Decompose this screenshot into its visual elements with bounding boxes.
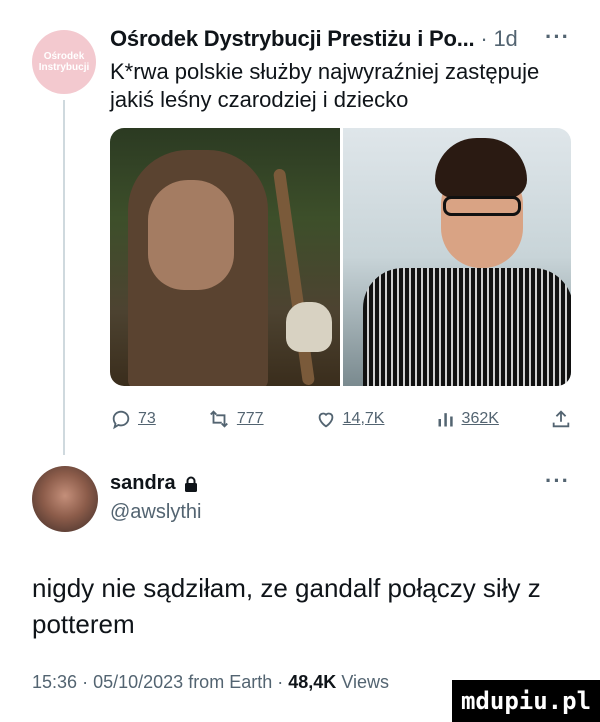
views-button[interactable]: 362K <box>436 409 499 429</box>
post-time[interactable]: 1d <box>493 26 517 51</box>
meta-separator: · <box>82 672 89 692</box>
post-time[interactable]: 15:36 <box>32 672 77 692</box>
user-name[interactable]: sandra <box>110 472 176 495</box>
post-meta: 15:36 · 05/10/2023 from Earth · 48,4K Vi… <box>32 672 389 693</box>
like-count: 14,7K <box>342 410 385 427</box>
user-avatar[interactable] <box>32 466 98 532</box>
post-media[interactable] <box>110 128 571 386</box>
lock-icon <box>184 476 197 492</box>
user-handle[interactable]: @awslythi <box>110 501 201 524</box>
post-actions: 73 777 14,7K 362K <box>110 404 572 434</box>
post-source: from Earth <box>188 672 273 692</box>
repost-icon <box>209 410 228 428</box>
share-button[interactable] <box>550 408 572 430</box>
quoted-post-header: Ośrodek Dystrybucji Prestiżu i Po... · 1… <box>110 26 518 52</box>
reply-count: 73 <box>138 410 156 427</box>
views-label: Views <box>341 672 390 692</box>
views-count: 362K <box>461 410 499 427</box>
share-icon <box>552 410 570 428</box>
post-date[interactable]: 05/10/2023 <box>93 672 183 692</box>
author-name[interactable]: Ośrodek Dystrybucji Prestiżu i Po... <box>110 26 475 51</box>
post-text: nigdy nie sądziłam, ze gandalf połączy s… <box>32 573 541 639</box>
media-image-left[interactable] <box>110 128 340 386</box>
watermark: mdupiu.pl <box>452 680 600 722</box>
more-options-button[interactable]: ··· <box>545 24 570 50</box>
media-image-right[interactable] <box>343 128 571 386</box>
post-separator: · <box>480 26 488 51</box>
views-total: 48,4K <box>288 672 337 692</box>
user-name-row: sandra <box>110 472 198 495</box>
avatar-text: Ośrodek Instrybucji <box>38 51 90 73</box>
more-options-button[interactable]: ··· <box>545 468 570 494</box>
repost-button[interactable]: 777 <box>207 408 264 430</box>
views-icon <box>438 413 453 427</box>
reply-button[interactable]: 73 <box>110 408 156 430</box>
like-icon <box>318 412 333 428</box>
reply-icon <box>112 410 130 430</box>
like-button[interactable]: 14,7K <box>315 408 385 430</box>
repost-count: 777 <box>236 410 264 427</box>
quoted-post-text: K*rwa polskie służby najwyraźniej zastęp… <box>110 59 540 112</box>
thread-line <box>63 100 65 455</box>
meta-separator: · <box>277 672 284 692</box>
author-avatar[interactable]: Ośrodek Instrybucji <box>32 30 96 94</box>
